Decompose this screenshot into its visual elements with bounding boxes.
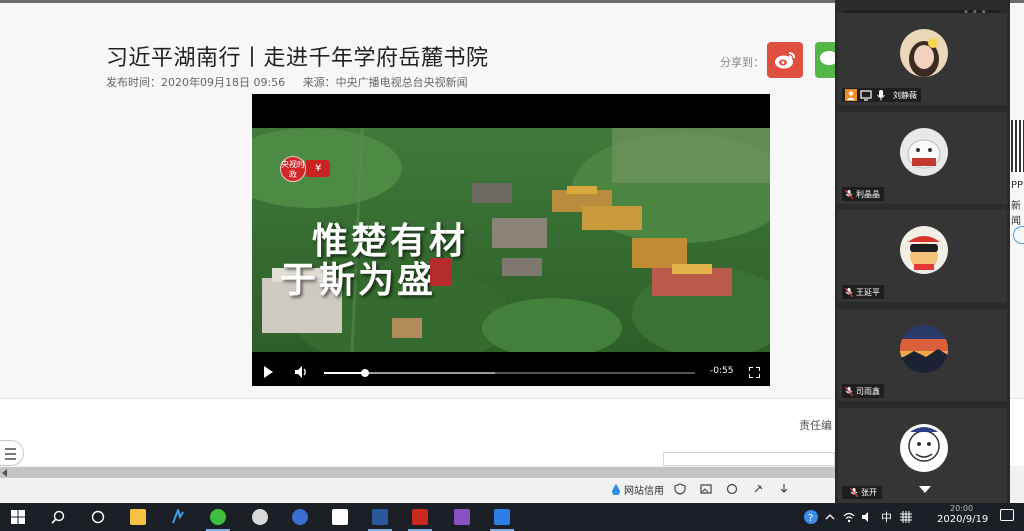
publish-time: 发布时间：2020年09月18日 09:56 — [106, 76, 286, 89]
refresh-icon[interactable] — [726, 483, 738, 495]
share-wechat-button[interactable] — [815, 42, 837, 78]
download-icon[interactable] — [778, 483, 790, 495]
weibo-icon — [775, 52, 795, 69]
time-remaining: -0:55 — [710, 366, 734, 376]
video-player[interactable]: 央视时政 ¥ 惟楚有材 于斯为盛 -0:55 — [252, 94, 770, 386]
screen: 习近平湖南行丨走进千年学府岳麓书院 发布时间：2020年09月18日 09:56… — [0, 0, 1024, 531]
pen-app-icon[interactable] — [170, 506, 186, 525]
ime-indicator[interactable]: 中 — [881, 509, 892, 525]
windows-logo-icon — [11, 510, 25, 524]
browser-status-bar: 网站信用 — [612, 478, 835, 500]
pdf-reader-icon[interactable] — [412, 509, 428, 525]
share-weibo-button[interactable] — [767, 42, 803, 78]
site-credit-label[interactable]: 网站信用 — [624, 482, 664, 497]
search-icon — [51, 510, 65, 524]
horizontal-scrollbar[interactable] — [0, 467, 835, 478]
microphone-muted-icon — [845, 386, 853, 396]
calligraphy-line-2: 于斯为盛 — [280, 259, 437, 301]
participant-name: 利晶晶 — [856, 189, 880, 199]
host-icon — [845, 89, 857, 101]
participant-tile[interactable]: 刘静薇 — [838, 13, 1007, 105]
participant-name: 司雨鑫 — [856, 386, 880, 396]
shield-icon[interactable] — [674, 483, 686, 495]
clock-date[interactable]: 2020/9/19 — [937, 514, 988, 525]
keyboard-grid-icon[interactable] — [900, 511, 912, 523]
qr-code — [1011, 120, 1024, 172]
floating-dialog-edge — [663, 452, 835, 466]
chevron-up-icon[interactable] — [825, 512, 835, 522]
help-icon[interactable]: ? — [803, 509, 819, 525]
participant-name: 王延平 — [856, 287, 880, 297]
paint-app-icon[interactable] — [454, 509, 470, 525]
red-seal-stamp — [430, 258, 452, 286]
editor-label: 责任编 — [799, 419, 832, 432]
play-icon[interactable] — [264, 366, 273, 378]
article-title: 习近平湖南行丨走进千年学府岳麓书院 — [106, 46, 489, 71]
article-source: 来源：中央广播电视总台央视新闻 — [302, 76, 468, 89]
volume-tray-icon[interactable] — [861, 511, 873, 523]
video-controls: -0:55 — [252, 360, 770, 386]
video-frame[interactable]: 央视时政 ¥ 惟楚有材 于斯为盛 — [252, 128, 770, 352]
participant-tile[interactable]: 利晶晶 — [838, 112, 1007, 204]
participant-name-bar: 利晶晶 — [842, 187, 884, 201]
scroll-left-arrow-icon[interactable] — [2, 469, 7, 477]
participant-name-bar: 刘静薇 — [842, 88, 921, 102]
screen-share-icon — [860, 90, 872, 101]
cctv-tag: ¥ — [306, 160, 331, 177]
progress-handle[interactable] — [360, 369, 369, 377]
cctv-news-logo: 央视时政 — [280, 156, 306, 182]
fullscreen-icon[interactable] — [749, 367, 760, 378]
league-app-icon[interactable] — [292, 509, 308, 525]
side-text-news: 新闻 — [1011, 201, 1021, 227]
participant-name-bar: 司雨鑫 — [842, 384, 884, 398]
video-progress-bar[interactable] — [324, 369, 695, 377]
microphone-muted-icon — [845, 189, 853, 199]
water-drop-icon — [612, 483, 620, 495]
wifi-icon[interactable] — [843, 511, 855, 523]
system-tray: ? 中 — [803, 503, 912, 531]
participant-name: 刘静薇 — [893, 90, 917, 100]
participant-tile[interactable]: 司雨鑫 — [838, 309, 1007, 401]
microphone-muted-icon — [845, 287, 853, 297]
cards-app-icon[interactable] — [332, 509, 348, 525]
word-icon[interactable] — [372, 509, 388, 525]
image-icon[interactable] — [700, 483, 712, 495]
search-button[interactable] — [48, 503, 68, 531]
participant-avatar — [900, 29, 948, 77]
svg-text:?: ? — [808, 513, 813, 524]
volume-icon[interactable] — [294, 365, 308, 379]
participant-avatar — [900, 226, 948, 274]
participant-avatar — [900, 424, 948, 472]
browser-360-icon[interactable] — [210, 509, 226, 525]
clock-time[interactable]: 20:00 — [950, 504, 973, 513]
participant-name-bar: 王延平 — [842, 285, 884, 299]
notification-icon[interactable] — [1000, 509, 1014, 521]
participant-name-bar: 张开 — [842, 486, 882, 499]
side-floating-button[interactable] — [1013, 226, 1024, 244]
task-view-button[interactable] — [88, 503, 108, 531]
side-text-pp: PP — [1011, 180, 1024, 191]
meeting-participants-panel: ••• 刘静薇 — [835, 0, 1010, 507]
participant-name: 张开 — [861, 488, 877, 497]
pin-icon[interactable] — [752, 483, 764, 495]
participant-avatar — [900, 128, 948, 176]
file-explorer-icon[interactable] — [130, 509, 146, 525]
article-meta: 发布时间：2020年09月18日 09:56 来源：中央广播电视总台央视新闻 — [106, 74, 482, 90]
share-label: 分享到： — [720, 56, 764, 69]
wechat-icon — [820, 51, 837, 65]
start-button[interactable] — [8, 503, 28, 531]
participant-avatar — [900, 325, 948, 373]
windows-taskbar: ? 中 — [0, 503, 1024, 531]
task-view-icon — [91, 510, 105, 524]
mushroom-app-icon[interactable] — [252, 509, 268, 525]
meeting-app-icon[interactable] — [494, 509, 510, 525]
microphone-muted-icon — [850, 488, 858, 497]
progress-played — [324, 372, 365, 374]
microphone-icon — [877, 90, 885, 101]
participant-tile[interactable]: 王延平 — [838, 210, 1007, 302]
scroll-down-icon[interactable] — [919, 486, 931, 493]
